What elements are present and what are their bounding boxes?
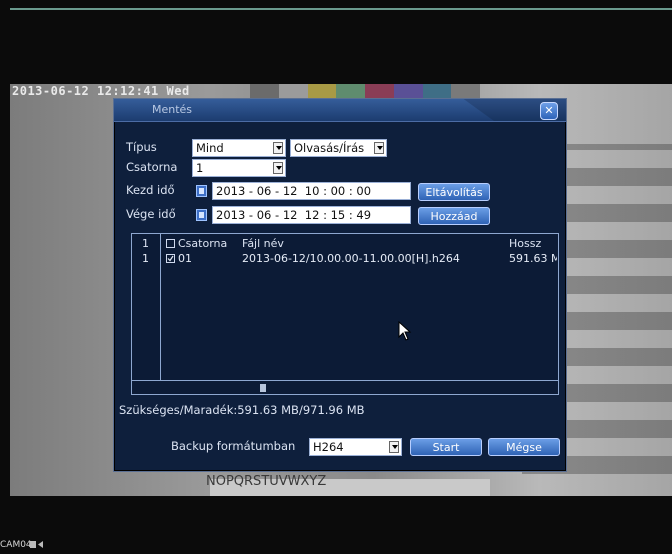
- column-header-length: Hossz: [509, 237, 542, 250]
- space-info: Szükséges/Maradék:591.63 MB/971.96 MB: [119, 403, 365, 417]
- mode-select-value: Olvasás/Írás: [294, 141, 365, 155]
- calendar-icon[interactable]: [196, 185, 207, 197]
- end-date-value: 2013 - 06 - 12: [216, 208, 298, 222]
- backup-dialog: Mentés ✕ Típus Mind Olvasás/Írás Csatorn…: [113, 98, 567, 472]
- check-icon: [167, 255, 174, 262]
- format-select-value: H264: [313, 440, 344, 454]
- chevron-down-icon: [389, 441, 399, 453]
- background-text: NOPQRSTUVWXYZ: [206, 474, 327, 489]
- horizontal-scrollbar[interactable]: [132, 380, 558, 395]
- scrollbar-thumb[interactable]: [260, 384, 266, 392]
- add-button[interactable]: Hozzáad: [418, 207, 490, 225]
- start-time-label: Kezd idő: [126, 183, 175, 197]
- top-border-line: [10, 8, 672, 10]
- dialog-title: Mentés: [152, 103, 193, 116]
- column-header-filename: Fájl név: [242, 237, 284, 250]
- row-filename: 2013-06-12/10.00.00-11.00.00[H].h264: [242, 252, 460, 265]
- row-checkbox[interactable]: [166, 254, 175, 263]
- channel-select[interactable]: 1: [192, 159, 286, 177]
- row-index: 1: [142, 252, 149, 265]
- mouse-cursor-icon: [398, 321, 412, 341]
- osd-timestamp: 2013-06-12 12:12:41 Wed: [12, 84, 190, 98]
- channel-select-value: 1: [196, 161, 204, 175]
- start-datetime-field[interactable]: 2013 - 06 - 12 10 : 00 : 00: [212, 182, 411, 200]
- calendar-icon[interactable]: [196, 209, 207, 221]
- column-header-channel: Csatorna: [178, 237, 228, 250]
- chevron-down-icon: [374, 142, 384, 154]
- mode-select[interactable]: Olvasás/Írás: [290, 139, 387, 157]
- chevron-down-icon: [273, 142, 283, 154]
- remove-button[interactable]: Eltávolítás: [418, 183, 490, 201]
- end-time-value: 12 : 15 : 49: [304, 208, 372, 222]
- file-list-table: 1 Csatorna Fájl név Hossz 1 01 2013-06-1…: [131, 233, 559, 395]
- start-date-value: 2013 - 06 - 12: [216, 184, 298, 198]
- format-select[interactable]: H264: [309, 438, 402, 456]
- camera-label: CAM04: [0, 540, 32, 550]
- type-select[interactable]: Mind: [192, 139, 286, 157]
- row-length: 591.63 M: [509, 252, 557, 265]
- column-divider: [160, 234, 161, 380]
- cancel-button[interactable]: Mégse: [488, 438, 560, 456]
- end-datetime-field[interactable]: 2013 - 06 - 12 12 : 15 : 49: [212, 206, 411, 224]
- end-time-label: Vége idő: [126, 207, 176, 221]
- camera-status-icon: [30, 541, 43, 548]
- row-channel: 01: [178, 252, 192, 265]
- close-icon: ✕: [544, 104, 554, 117]
- format-label: Backup formátumban: [171, 439, 296, 453]
- select-all-checkbox[interactable]: [166, 239, 175, 248]
- channel-label: Csatorna: [126, 160, 178, 174]
- dialog-titlebar: Mentés ✕: [114, 99, 566, 122]
- chevron-down-icon: [273, 162, 283, 174]
- type-select-value: Mind: [196, 141, 224, 155]
- start-time-value: 10 : 00 : 00: [304, 184, 372, 198]
- column-header-index: 1: [142, 237, 149, 250]
- type-label: Típus: [126, 140, 157, 154]
- start-button[interactable]: Start: [410, 438, 482, 456]
- close-button[interactable]: ✕: [540, 102, 558, 120]
